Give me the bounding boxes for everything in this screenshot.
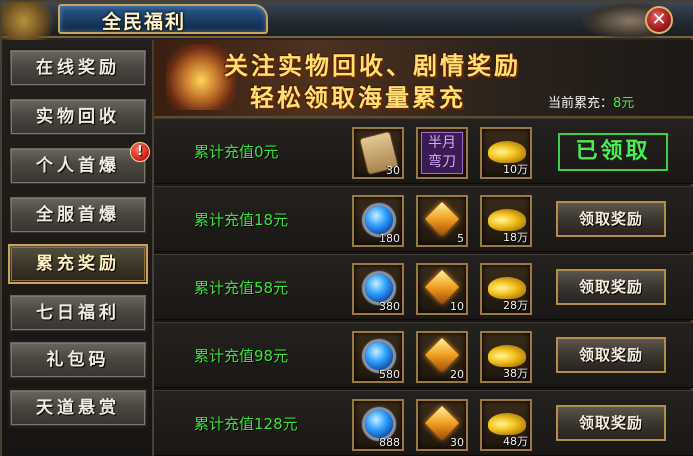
banner-headline: 关注实物回收、剧情奖励	[224, 52, 521, 80]
item-count: 18万	[503, 231, 528, 244]
sidebar-item-label: 在线奖励	[36, 58, 120, 78]
tier-label: 累计充值58元	[194, 279, 289, 297]
welfare-window: 全民福利 ✕ 在线奖励 实物回收 个人首爆! 全服首爆 累充奖励 七日福利 礼包…	[0, 0, 693, 456]
close-button[interactable]: ✕	[645, 6, 673, 34]
item-count: 380	[379, 300, 400, 313]
banner-subheadline: 轻松领取海量累充	[250, 84, 466, 112]
reward-item[interactable]: 48万	[480, 399, 532, 451]
reward-row: 累计充值58元 380 10 28万 领取奖励	[154, 254, 693, 320]
gold-ingot-icon	[488, 345, 526, 367]
reward-item[interactable]: 20	[416, 331, 468, 383]
item-count: 580	[379, 368, 400, 381]
sidebar-item-label: 全服首爆	[36, 205, 120, 225]
item-text: 半月	[428, 135, 456, 151]
item-count: 10	[450, 300, 464, 313]
gold-ingot-icon	[488, 141, 526, 163]
reward-item[interactable]: 30	[416, 399, 468, 451]
gold-ingot-icon	[488, 209, 526, 231]
sidebar-item-gift-code[interactable]: 礼包码	[8, 340, 148, 380]
reward-item[interactable]: 380	[352, 263, 404, 315]
sidebar-item-label: 实物回收	[36, 107, 120, 127]
recharge-value: 8元	[613, 96, 635, 111]
claim-reward-button[interactable]: 领取奖励	[556, 405, 666, 441]
reward-item[interactable]: 10万	[480, 127, 532, 179]
claim-reward-button[interactable]: 领取奖励	[556, 201, 666, 237]
gold-gem-icon	[425, 406, 459, 440]
reward-item[interactable]: 888	[352, 399, 404, 451]
item-count: 20	[450, 368, 464, 381]
gold-ingot-icon	[488, 277, 526, 299]
gold-gem-icon	[425, 338, 459, 372]
blue-gem-icon	[365, 206, 393, 234]
dragon-emblem-icon	[2, 2, 64, 40]
reward-item[interactable]: 半月 弯刀	[416, 127, 468, 179]
item-count: 30	[386, 164, 400, 177]
tier-label: 累计充值18元	[194, 211, 289, 229]
sidebar-item-bounty[interactable]: 天道悬赏	[8, 388, 148, 428]
sidebar-item-server-first-drop[interactable]: 全服首爆	[8, 195, 148, 235]
window-title: 全民福利	[102, 11, 187, 33]
tier-label: 累计充值128元	[194, 415, 298, 433]
item-count: 10万	[503, 163, 528, 176]
reward-item[interactable]: 580	[352, 331, 404, 383]
reward-item[interactable]: 30	[352, 127, 404, 179]
sidebar-item-label: 累充奖励	[36, 254, 120, 274]
claimed-status: 已领取	[558, 133, 668, 171]
reward-item[interactable]: 28万	[480, 263, 532, 315]
sidebar-item-label: 个人首爆	[36, 156, 120, 176]
sidebar-item-label: 礼包码	[46, 350, 110, 370]
reward-item[interactable]: 5	[416, 195, 468, 247]
sidebar-item-personal-first-drop[interactable]: 个人首爆!	[8, 142, 150, 186]
item-count: 888	[379, 436, 400, 449]
reward-list: 累计充值0元 30 半月 弯刀 10万 已领取 累计充值18元 180 5 18…	[154, 118, 693, 456]
current-recharge: 当前累充：8元	[548, 92, 634, 111]
reward-item[interactable]: 10	[416, 263, 468, 315]
item-count: 38万	[503, 367, 528, 380]
blue-gem-icon	[365, 410, 393, 438]
item-count: 30	[450, 436, 464, 449]
reward-item[interactable]: 18万	[480, 195, 532, 247]
promo-banner: 关注实物回收、剧情奖励 轻松领取海量累充 当前累充：8元	[154, 40, 693, 118]
sidebar-item-recharge-reward[interactable]: 累充奖励	[8, 244, 148, 284]
reward-item[interactable]: 180	[352, 195, 404, 247]
claim-reward-button[interactable]: 领取奖励	[556, 337, 666, 373]
item-count: 5	[457, 232, 464, 245]
close-icon: ✕	[651, 9, 667, 30]
reward-row: 累计充值18元 180 5 18万 领取奖励	[154, 186, 693, 252]
blue-gem-icon	[365, 274, 393, 302]
sidebar-item-label: 七日福利	[36, 303, 120, 323]
tier-label: 累计充值0元	[194, 143, 279, 161]
reward-row: 累计充值0元 30 半月 弯刀 10万 已领取	[154, 118, 693, 184]
sidebar-item-item-recycle[interactable]: 实物回收	[8, 97, 148, 137]
claim-reward-button[interactable]: 领取奖励	[556, 269, 666, 305]
item-count: 28万	[503, 299, 528, 312]
tier-label: 累计充值98元	[194, 347, 289, 365]
sidebar-item-seven-day[interactable]: 七日福利	[8, 293, 148, 333]
reward-row: 累计充值98元 580 20 38万 领取奖励	[154, 322, 693, 388]
item-text: 弯刀	[428, 154, 456, 170]
sidebar-item-label: 天道悬赏	[36, 398, 120, 418]
sidebar-item-online-reward[interactable]: 在线奖励	[8, 48, 148, 88]
gold-ingot-icon	[488, 413, 526, 435]
title-bar: 全民福利 ✕	[2, 2, 693, 40]
recharge-label: 当前累充：	[548, 96, 614, 111]
reward-row: 累计充值128元 888 30 48万 领取奖励	[154, 390, 693, 456]
gold-gem-icon	[425, 202, 459, 236]
gold-gem-icon	[425, 270, 459, 304]
item-count: 180	[379, 232, 400, 245]
item-count: 48万	[503, 435, 528, 448]
notification-badge: !	[130, 142, 150, 162]
reward-item[interactable]: 38万	[480, 331, 532, 383]
sidebar: 在线奖励 实物回收 个人首爆! 全服首爆 累充奖励 七日福利 礼包码 天道悬赏	[2, 40, 154, 456]
blue-gem-icon	[365, 342, 393, 370]
blade-box-icon: 半月 弯刀	[421, 132, 463, 174]
